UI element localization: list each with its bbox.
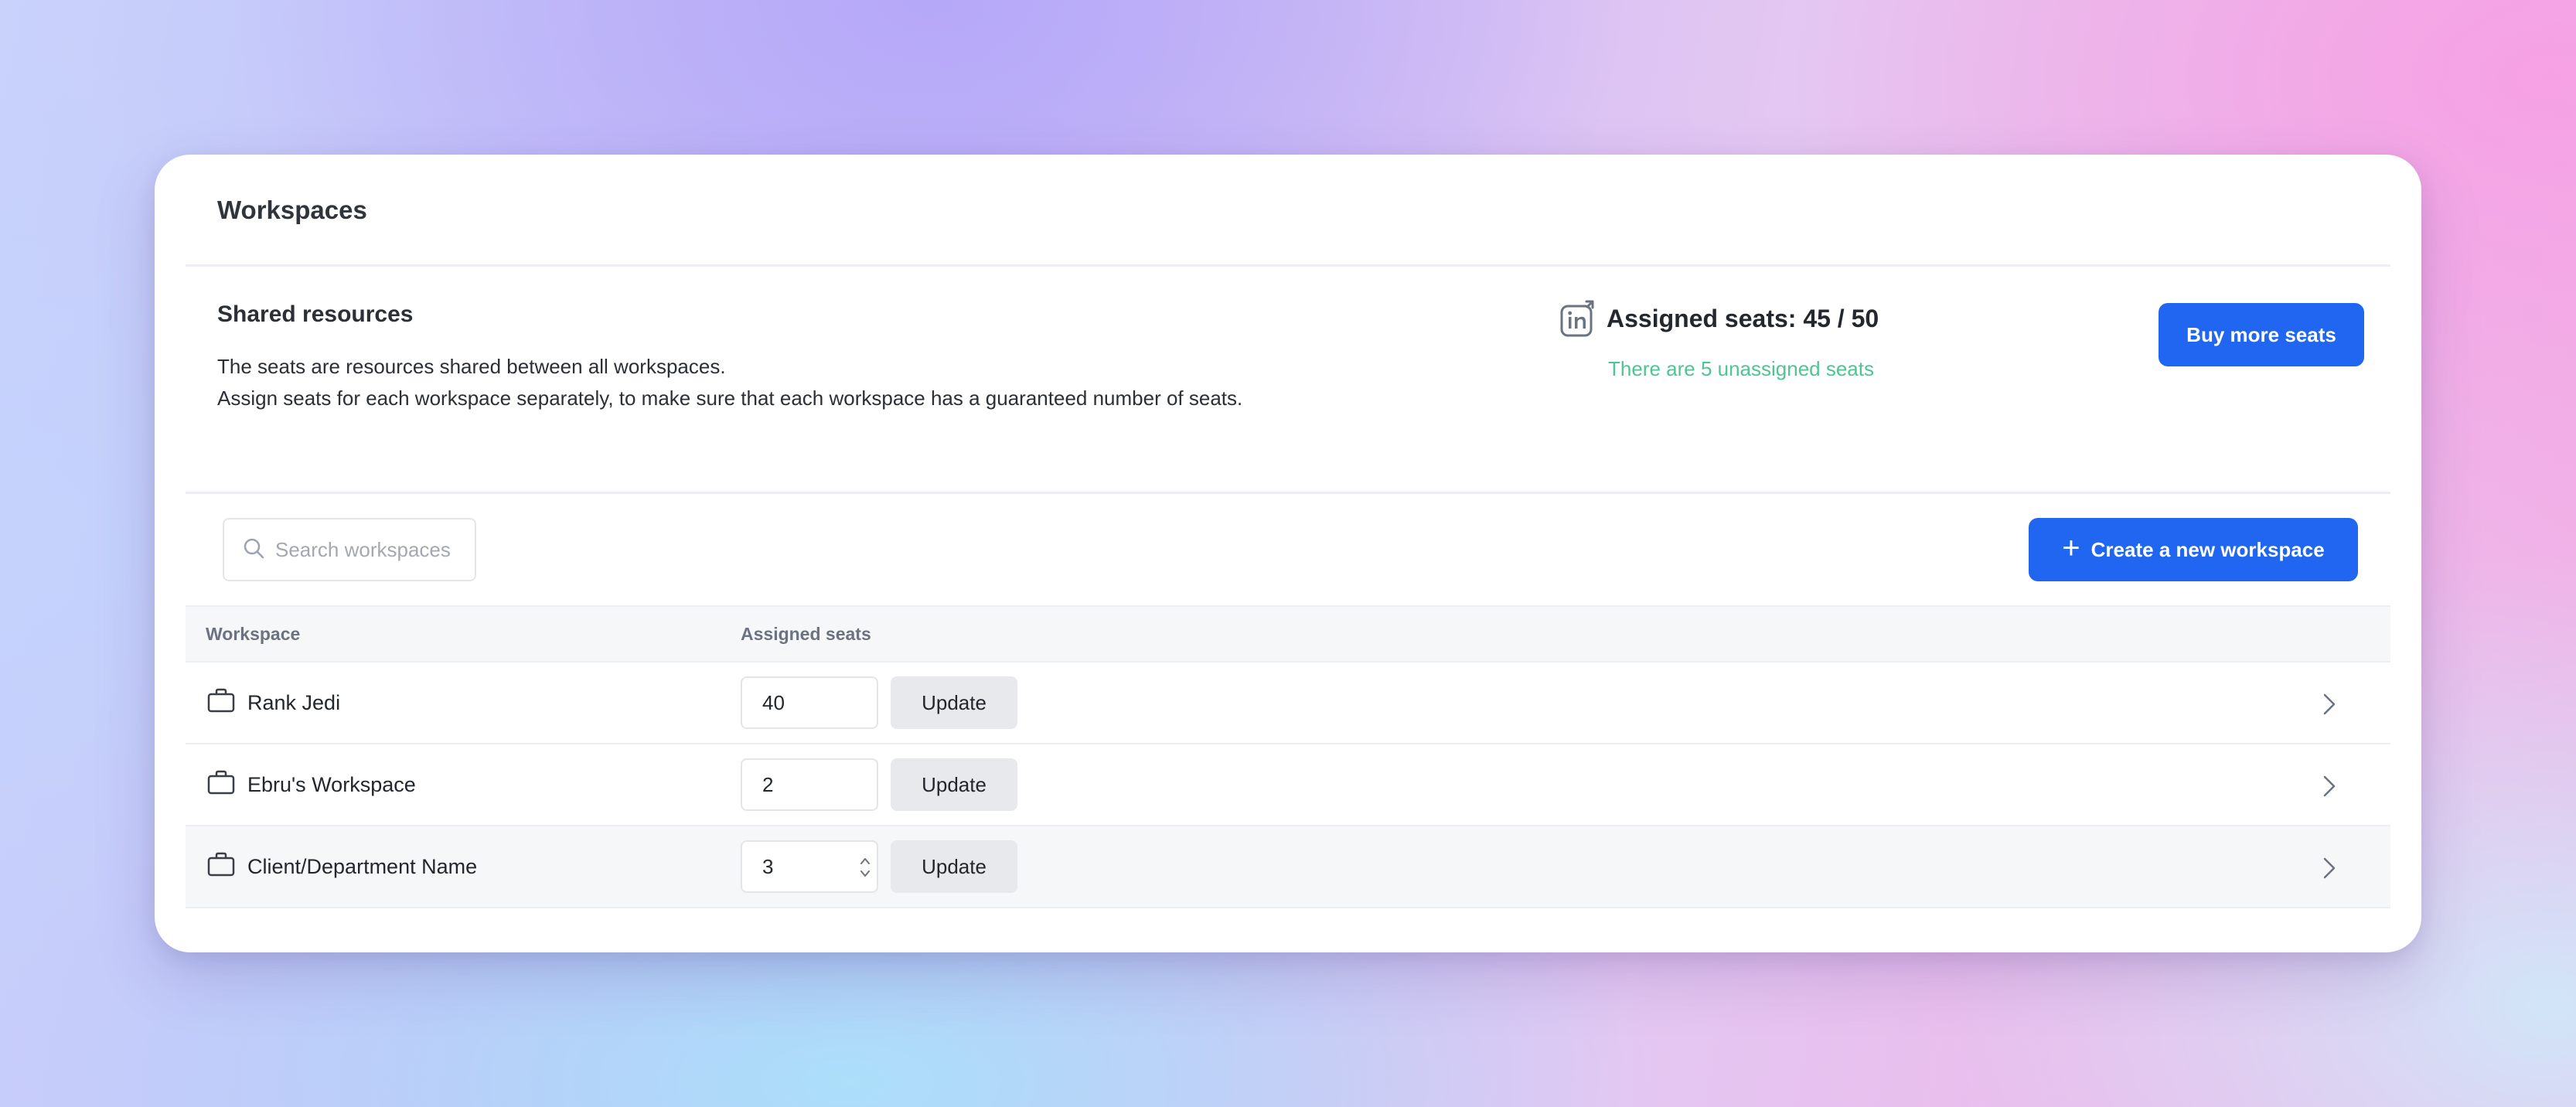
- page-title: Workspaces: [217, 196, 367, 224]
- table-row[interactable]: Client/Department Name 3 Update: [186, 826, 2390, 908]
- update-button[interactable]: Update: [891, 840, 1017, 893]
- create-workspace-label: Create a new workspace: [2090, 537, 2325, 561]
- plus-icon: +: [2062, 531, 2080, 565]
- header-divider: [186, 264, 2390, 267]
- card-header: Workspaces: [155, 155, 2421, 266]
- table-header: Workspace Assigned seats: [186, 605, 2390, 662]
- workspace-name: Rank Jedi: [247, 690, 341, 714]
- seats-input-value: 40: [762, 690, 785, 714]
- shared-resources-title: Shared resources: [217, 301, 414, 327]
- shared-desc-line-1: The seats are resources shared between a…: [217, 355, 726, 378]
- workspace-name: Client/Department Name: [247, 854, 478, 878]
- linkedin-seat-icon: [1560, 300, 1596, 337]
- update-button[interactable]: Update: [891, 758, 1017, 811]
- briefcase-icon: [207, 852, 235, 882]
- number-spinner-icon[interactable]: [860, 854, 871, 880]
- buy-more-seats-label: Buy more seats: [2186, 322, 2336, 346]
- shared-resources-section: Shared resources The seats are resources…: [217, 301, 1454, 414]
- seats-input[interactable]: 40: [741, 676, 878, 729]
- briefcase-icon: [207, 770, 235, 800]
- seats-input[interactable]: 3: [741, 840, 878, 893]
- unassigned-seats-text: There are 5 unassigned seats: [1608, 357, 1874, 380]
- seats-input-value: 2: [762, 772, 774, 796]
- column-header-workspace: Workspace: [206, 623, 301, 644]
- seats-input-value: 3: [762, 854, 774, 878]
- search-field[interactable]: [223, 518, 476, 581]
- column-header-assigned-seats: Assigned seats: [741, 623, 871, 644]
- update-button[interactable]: Update: [891, 676, 1017, 729]
- workspaces-table: Workspace Assigned seats Rank Jedi 40 Up…: [186, 605, 2390, 908]
- search-input[interactable]: [275, 537, 469, 562]
- search-icon: [243, 537, 264, 563]
- shared-desc-line-2: Assign seats for each workspace separate…: [217, 387, 1243, 410]
- buy-more-seats-button[interactable]: Buy more seats: [2159, 303, 2364, 366]
- workspace-name: Ebru's Workspace: [247, 772, 416, 796]
- seats-input[interactable]: 2: [741, 758, 878, 811]
- shared-resources-description: The seats are resources shared between a…: [217, 351, 1300, 414]
- section-divider: [186, 492, 2390, 494]
- chevron-right-icon[interactable]: [2322, 775, 2336, 798]
- assigned-seats-label: Assigned seats: 45 / 50: [1607, 304, 1879, 332]
- assigned-seats-summary: Assigned seats: 45 / 50 There are 5 unas…: [1560, 300, 1879, 381]
- briefcase-icon: [207, 688, 235, 718]
- table-row[interactable]: Rank Jedi 40 Update: [186, 662, 2390, 744]
- table-row[interactable]: Ebru's Workspace 2 Update: [186, 744, 2390, 826]
- chevron-right-icon[interactable]: [2322, 693, 2336, 716]
- chevron-right-icon[interactable]: [2322, 857, 2336, 880]
- workspaces-card: Workspaces Shared resources The seats ar…: [155, 155, 2421, 952]
- create-workspace-button[interactable]: + Create a new workspace: [2029, 518, 2358, 581]
